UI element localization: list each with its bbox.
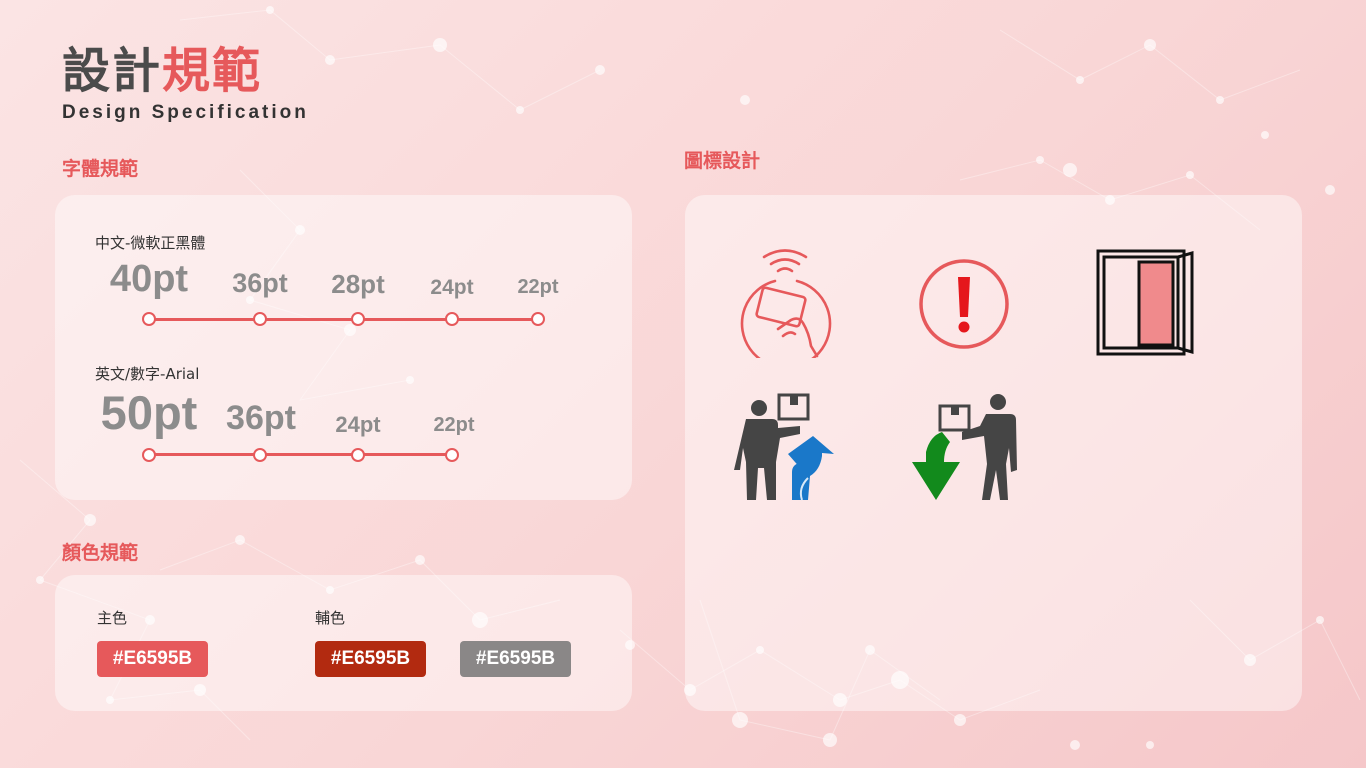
english-size-track [149, 453, 452, 456]
english-size-marker-1 [142, 448, 156, 462]
chinese-size-marker-4 [445, 312, 459, 326]
english-size-4: 22pt [433, 414, 475, 436]
page-subtitle: Design Specification [62, 102, 309, 123]
typography-section-title: 字體規範 [62, 158, 139, 180]
color-section-title: 顏色規範 [62, 542, 139, 564]
chinese-size-4: 24pt [430, 276, 474, 299]
open-door-icon [1096, 249, 1194, 356]
chinese-size-3: 28pt [331, 269, 385, 299]
english-size-2: 36pt [226, 399, 296, 437]
english-size-marker-3 [351, 448, 365, 462]
chinese-size-marker-3 [351, 312, 365, 326]
chinese-size-2: 36pt [232, 268, 288, 298]
english-font-label: 英文/數字-Arial [95, 365, 200, 383]
secondary-color-swatch-1: #E6595B [315, 641, 426, 677]
chinese-size-marker-5 [531, 312, 545, 326]
chinese-font-label: 中文-微軟正黑體 [95, 234, 206, 252]
page-header: 設計規範 Design Specification [62, 40, 309, 124]
package-pickup-upload-icon [734, 393, 834, 501]
chinese-size-marker-1 [142, 312, 156, 326]
secondary-color-label: 輔色 [315, 609, 346, 627]
chinese-size-track [149, 318, 538, 321]
page-title: 設計規範 [62, 40, 309, 102]
page-title-accent: 規範 [162, 43, 263, 99]
alert-icon [919, 259, 1009, 349]
english-size-marker-4 [445, 448, 459, 462]
primary-color-swatch: #E6595B [97, 641, 208, 677]
package-delivery-download-icon [912, 394, 1017, 500]
chinese-size-1: 40pt [109, 258, 189, 300]
english-size-1: 50pt [100, 386, 198, 439]
chinese-size-5: 22pt [517, 276, 559, 298]
page-title-dark: 設計 [62, 43, 163, 99]
chinese-size-marker-2 [253, 312, 267, 326]
icon-section-title: 圖標設計 [684, 150, 761, 172]
primary-color-label: 主色 [97, 609, 128, 627]
card-tap-icon [740, 249, 832, 358]
english-size-marker-2 [253, 448, 267, 462]
secondary-color-swatch-2: #E6595B [460, 641, 571, 677]
english-size-3: 24pt [335, 412, 381, 437]
